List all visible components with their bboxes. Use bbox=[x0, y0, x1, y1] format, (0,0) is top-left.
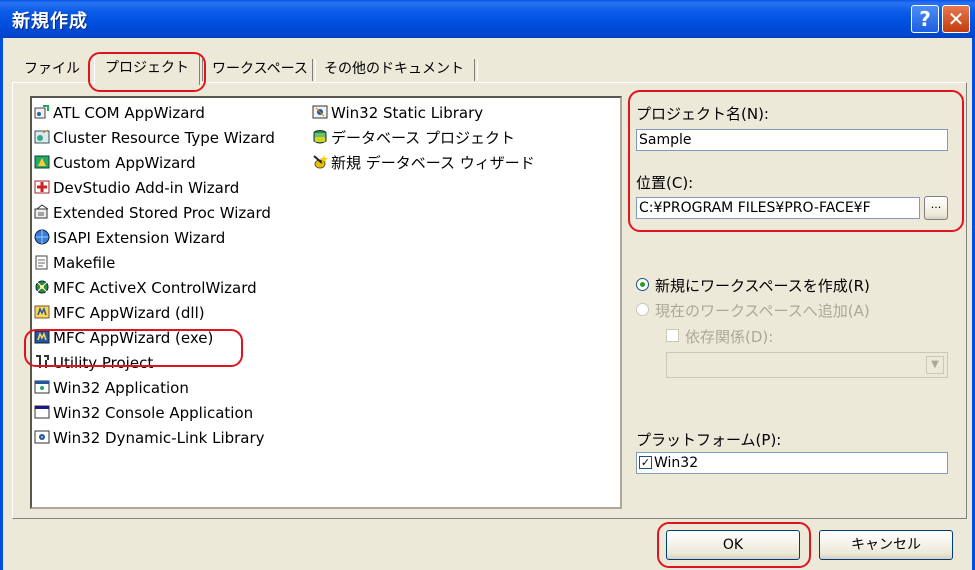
list-item[interactable]: MFC AppWizard (exe) bbox=[34, 326, 213, 350]
list-item[interactable]: ISAPI Extension Wizard bbox=[34, 226, 225, 250]
project-type-list[interactable]: ATL COM AppWizard Cluster Resource Type … bbox=[30, 96, 622, 509]
dll-icon bbox=[34, 430, 50, 443]
list-item[interactable]: Makefile bbox=[34, 251, 115, 275]
radio-add-workspace[interactable]: 現在のワークスペースへ追加(A) bbox=[636, 300, 870, 321]
list-item[interactable]: Win32 Console Application bbox=[34, 401, 253, 425]
tab-separator bbox=[474, 59, 478, 81]
cancel-button[interactable]: キャンセル bbox=[819, 530, 953, 560]
tab-other-documents[interactable]: その他のドキュメント bbox=[314, 55, 474, 83]
browse-button[interactable]: ... bbox=[924, 196, 948, 220]
console-icon bbox=[34, 405, 50, 418]
new-project-dialog: 新規作成 ? ✕ ファイル プロジェクト ワークスペース その他のドキュメント … bbox=[0, 0, 975, 570]
isapi-icon bbox=[34, 229, 50, 244]
static-lib-icon bbox=[312, 105, 328, 118]
addin-wizard-icon bbox=[34, 180, 50, 193]
list-item[interactable]: Win32 Application bbox=[34, 376, 189, 400]
title-bar[interactable]: 新規作成 ? ✕ bbox=[0, 0, 975, 38]
platform-label: プラットフォーム(P): bbox=[636, 431, 782, 449]
platform-list[interactable]: ✓ Win32 bbox=[636, 452, 948, 474]
dependency-combobox[interactable] bbox=[666, 352, 948, 378]
location-label: 位置(C): bbox=[636, 174, 694, 192]
list-item[interactable]: データベース プロジェクト bbox=[312, 126, 515, 150]
project-name-input[interactable]: Sample bbox=[636, 129, 948, 151]
ok-button[interactable]: OK bbox=[666, 530, 800, 560]
win32-app-icon bbox=[34, 380, 50, 393]
list-item[interactable]: DevStudio Add-in Wizard bbox=[34, 176, 239, 200]
atl-wizard-icon bbox=[34, 104, 49, 118]
radio-on-icon bbox=[636, 278, 649, 291]
window-title: 新規作成 bbox=[12, 11, 88, 32]
tab-file[interactable]: ファイル bbox=[14, 55, 90, 83]
list-item[interactable]: MFC ActiveX ControlWizard bbox=[34, 276, 257, 300]
location-input[interactable]: C:¥PROGRAM FILES¥PRO-FACE¥F bbox=[636, 197, 920, 219]
tab-project[interactable]: プロジェクト bbox=[94, 53, 200, 85]
database-project-icon bbox=[313, 129, 327, 143]
new-database-wizard-icon bbox=[313, 154, 328, 168]
chevron-down-icon[interactable]: ▼ bbox=[926, 356, 944, 374]
makefile-icon bbox=[35, 255, 48, 269]
checkbox-icon bbox=[666, 329, 679, 342]
list-item[interactable]: Cluster Resource Type Wizard bbox=[34, 126, 275, 150]
list-item[interactable]: Extended Stored Proc Wizard bbox=[34, 201, 271, 225]
list-item[interactable]: ATL COM AppWizard bbox=[34, 101, 205, 125]
list-item[interactable]: 新規 データベース ウィザード bbox=[312, 151, 535, 175]
utility-icon bbox=[36, 354, 49, 368]
tab-workspace[interactable]: ワークスペース bbox=[202, 55, 318, 83]
list-item[interactable]: Win32 Dynamic-Link Library bbox=[34, 426, 265, 450]
list-item[interactable]: Custom AppWizard bbox=[34, 151, 196, 175]
activex-icon bbox=[35, 280, 49, 293]
radio-new-workspace[interactable]: 新規にワークスペースを作成(R) bbox=[636, 275, 870, 296]
close-button[interactable]: ✕ bbox=[942, 5, 970, 33]
list-item[interactable]: MFC AppWizard (dll) bbox=[34, 301, 205, 325]
list-item[interactable]: Win32 Static Library bbox=[312, 101, 483, 125]
mfc-exe-icon bbox=[34, 330, 50, 343]
project-name-label: プロジェクト名(N): bbox=[636, 105, 769, 123]
dependency-checkbox[interactable]: 依存関係(D): bbox=[666, 326, 773, 347]
mfc-dll-icon bbox=[34, 305, 50, 318]
custom-wizard-icon bbox=[34, 155, 50, 168]
cluster-wizard-icon bbox=[34, 129, 50, 143]
help-button[interactable]: ? bbox=[911, 5, 939, 33]
stored-proc-icon bbox=[34, 203, 49, 218]
window-border-left bbox=[0, 38, 3, 570]
list-item[interactable]: Utility Project bbox=[34, 351, 153, 375]
checkmark-icon: ✓ bbox=[639, 455, 652, 469]
radio-off-icon bbox=[636, 303, 649, 316]
